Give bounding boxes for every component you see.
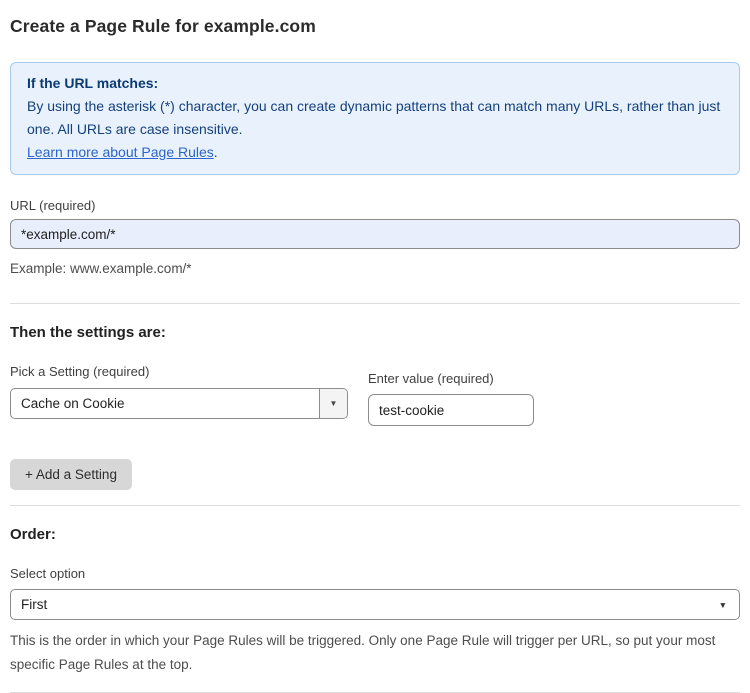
page-title: Create a Page Rule for example.com <box>10 16 316 36</box>
setting-select[interactable]: Cache on Cookie ▼ <box>10 388 348 419</box>
setting-value-input[interactable] <box>368 394 534 426</box>
setting-select-value: Cache on Cookie <box>21 396 125 411</box>
divider <box>10 505 740 506</box>
divider <box>10 303 740 304</box>
chevron-down-icon[interactable]: ▼ <box>319 389 347 418</box>
info-box-heading: If the URL matches: <box>27 75 159 91</box>
order-section-heading: Order: <box>10 526 56 543</box>
order-help-text: This is the order in which your Page Rul… <box>10 633 716 672</box>
order-select-label: Select option <box>10 566 86 581</box>
info-box-link-line: Learn more about Page Rules. <box>27 141 723 164</box>
url-match-info-box: If the URL matches: By using the asteris… <box>10 62 740 175</box>
url-input[interactable] <box>10 219 740 249</box>
order-select[interactable]: First ▼ <box>10 589 740 620</box>
page-rule-form: Create a Page Rule for example.com If th… <box>0 0 750 693</box>
setting-value-label: Enter value (required) <box>368 371 494 386</box>
url-example-text: Example: www.example.com/* <box>10 261 192 276</box>
settings-section-heading: Then the settings are: <box>10 324 166 341</box>
learn-more-link[interactable]: Learn more about Page Rules <box>27 144 214 160</box>
setting-picker-column: Pick a Setting (required) Cache on Cooki… <box>10 353 348 419</box>
url-field-label: URL (required) <box>10 198 96 213</box>
add-setting-button[interactable]: + Add a Setting <box>10 459 132 490</box>
info-box-body: By using the asterisk (*) character, you… <box>27 98 721 137</box>
link-suffix: . <box>213 144 218 160</box>
settings-row: Pick a Setting (required) Cache on Cooki… <box>10 353 740 426</box>
chevron-down-icon: ▼ <box>718 599 727 610</box>
setting-value-column: Enter value (required) <box>368 353 534 426</box>
setting-picker-label: Pick a Setting (required) <box>10 364 150 379</box>
order-select-value: First <box>21 597 48 612</box>
